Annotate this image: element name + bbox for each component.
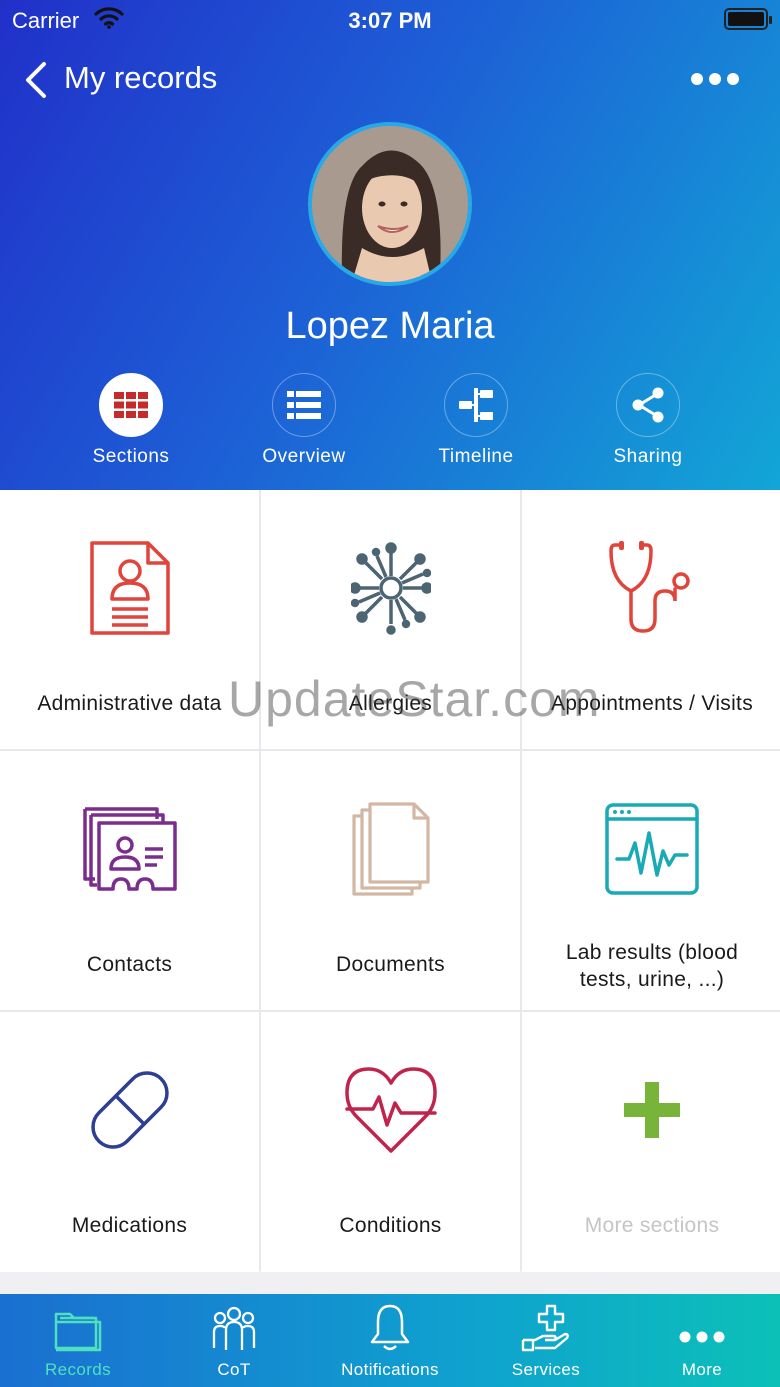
id-document-icon [80, 538, 180, 638]
segment-label: Sharing [613, 446, 683, 467]
heart-pulse-icon [341, 1060, 441, 1160]
lab-monitor-icon [602, 799, 702, 899]
section-label: Appointments / Visits [550, 692, 753, 715]
section-label: More sections [584, 1214, 720, 1237]
share-icon [632, 387, 664, 423]
section-label: Allergies [348, 692, 433, 715]
tab-label: More [681, 1360, 723, 1379]
clock: 3:07 PM [348, 8, 432, 33]
page-title: My records [64, 60, 218, 95]
back-button[interactable] [22, 58, 62, 102]
section-conditions[interactable]: Conditions [261, 1012, 520, 1272]
section-label: Lab results (blood tests, urine, ...) [522, 939, 780, 993]
section-more[interactable]: More sections [522, 1012, 780, 1272]
profile-header: Carrier 3:07 PM My records Lopez Maria S… [0, 0, 780, 490]
section-contacts[interactable]: Contacts [0, 751, 259, 1010]
section-allergies[interactable]: Allergies [261, 490, 520, 749]
segment-sections[interactable]: Sections [56, 373, 206, 468]
documents-icon [341, 799, 441, 899]
segment-sharing[interactable]: Sharing [573, 373, 723, 468]
section-label-line2: tests, urine, ...) [579, 968, 725, 991]
section-medications[interactable]: Medications [0, 1012, 259, 1272]
segment-timeline[interactable]: Timeline [401, 373, 551, 468]
section-label: Conditions [339, 1214, 442, 1237]
tab-label: CoT [217, 1360, 251, 1379]
section-appointments-visits[interactable]: Appointments / Visits [522, 490, 780, 749]
section-lab-results[interactable]: Lab results (blood tests, urine, ...) [522, 751, 780, 1010]
section-label: Medications [71, 1214, 188, 1237]
section-label: Contacts [86, 953, 173, 976]
tab-records[interactable]: Records [0, 1294, 156, 1387]
chevron-left-icon [26, 62, 46, 98]
segment-label: Overview [262, 446, 346, 467]
tab-cot[interactable]: CoT [156, 1294, 312, 1387]
segment-label: Timeline [438, 446, 514, 467]
section-administrative-data[interactable]: Administrative data [0, 490, 259, 749]
allergen-icon [341, 538, 441, 638]
pill-icon [80, 1060, 180, 1160]
patient-name: Lopez Maria [285, 305, 495, 347]
profile-photo [312, 126, 468, 282]
tab-label: Records [44, 1360, 112, 1379]
stethoscope-icon [602, 538, 702, 638]
plus-icon [602, 1060, 702, 1160]
sections-grid: Administrative data Allergies Appointmen… [0, 490, 780, 1272]
section-label-line1: Lab results (blood [565, 941, 739, 964]
tab-more[interactable]: More [624, 1294, 780, 1387]
grid-icon [114, 392, 148, 418]
tab-bar: Records CoT Notifications Services More [0, 1294, 780, 1387]
tab-label: Services [511, 1360, 581, 1379]
avatar[interactable] [308, 122, 472, 286]
bell-icon [370, 1304, 410, 1351]
section-label: Documents [336, 953, 445, 976]
battery-icon [724, 8, 772, 30]
segment-overview[interactable]: Overview [229, 373, 379, 468]
section-label: Administrative data [37, 692, 222, 715]
tab-label: Notifications [341, 1360, 439, 1379]
ellipsis-icon [691, 73, 739, 85]
section-documents[interactable]: Documents [261, 751, 520, 1010]
tab-notifications[interactable]: Notifications [312, 1294, 468, 1387]
medical-hand-icon [521, 1304, 569, 1352]
contact-cards-icon [80, 799, 180, 899]
tab-services[interactable]: Services [468, 1294, 624, 1387]
timeline-icon [459, 388, 493, 422]
status-bar: Carrier 3:07 PM [0, 0, 780, 40]
segment-label: Sections [92, 446, 170, 467]
more-icon [679, 1331, 725, 1343]
group-icon [212, 1306, 256, 1350]
more-options-button[interactable] [690, 70, 740, 88]
folder-icon [54, 1312, 102, 1352]
list-icon [287, 391, 321, 419]
